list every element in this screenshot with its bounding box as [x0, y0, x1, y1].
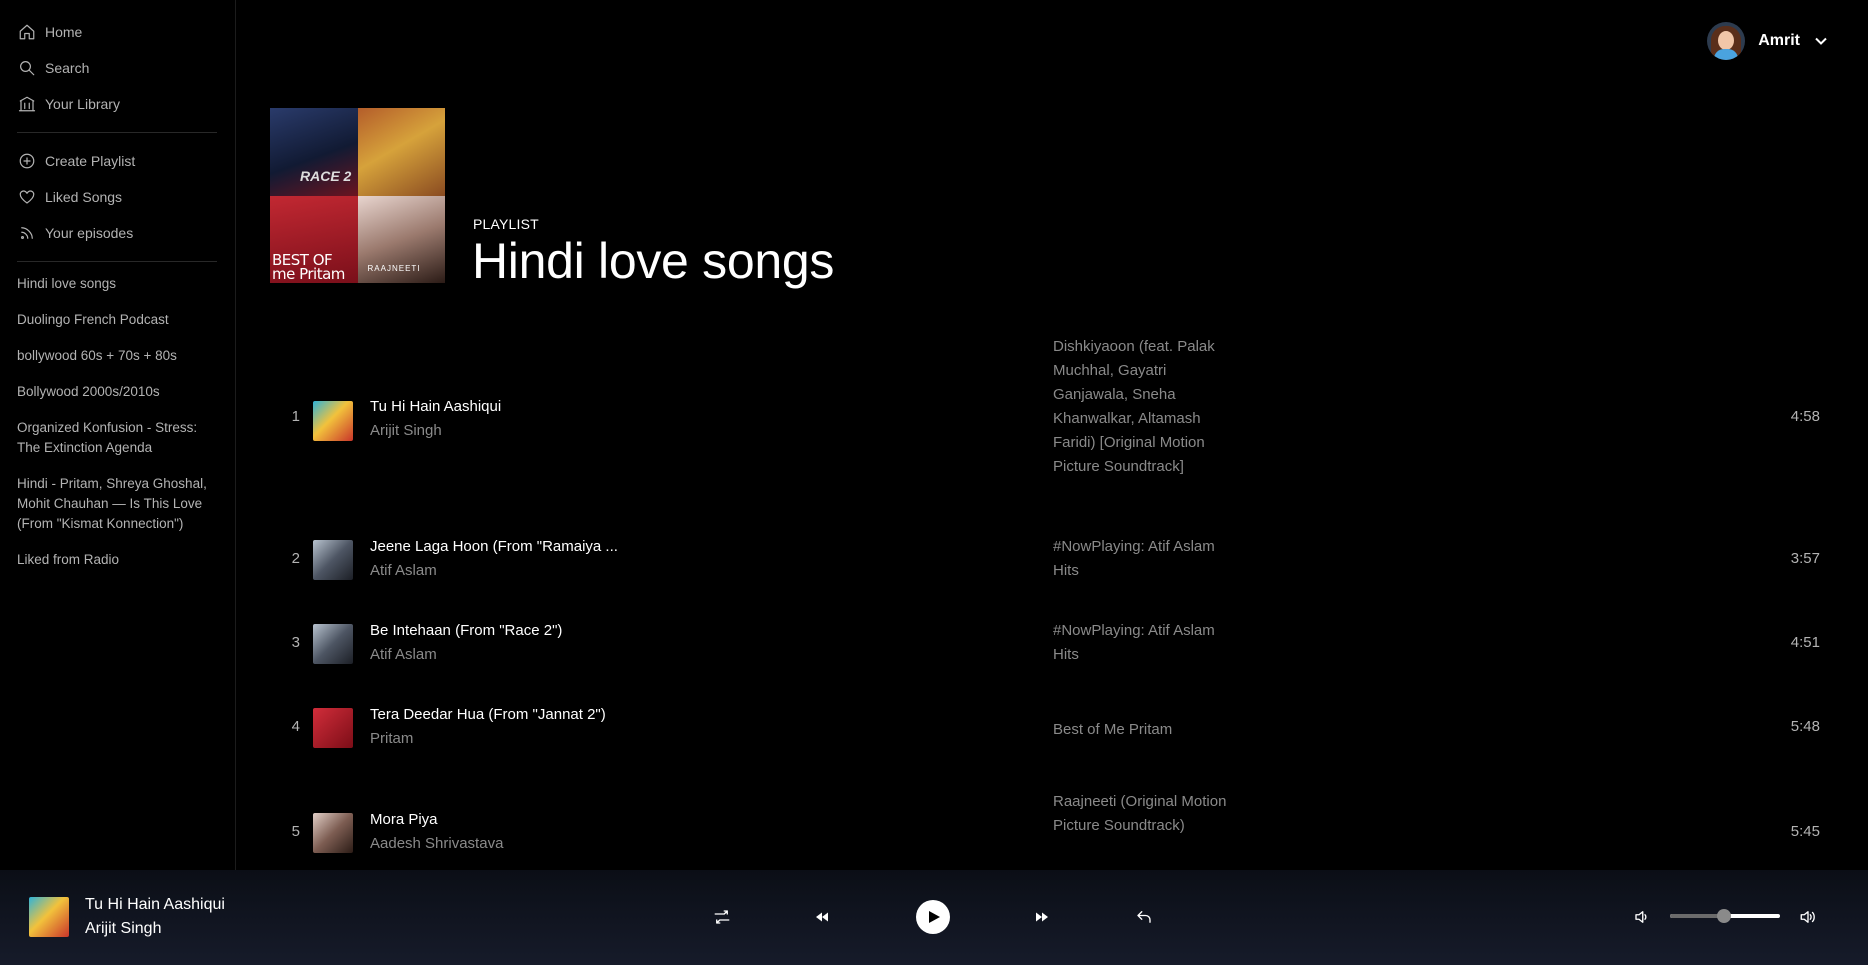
- sidebar: Home Search Your Library Create Playlist…: [0, 0, 236, 870]
- track-thumbnail: [313, 401, 353, 441]
- play-icon: [929, 911, 940, 923]
- sidebar-divider: [17, 132, 217, 133]
- home-icon: [19, 24, 35, 40]
- nav-search-label: Search: [45, 60, 90, 76]
- liked-songs-label: Liked Songs: [45, 189, 123, 205]
- sidebar-playlist-item[interactable]: Hindi love songs: [0, 274, 235, 294]
- playlist-type-label: PLAYLIST: [473, 216, 539, 232]
- track-title: Mora Piya: [370, 811, 438, 828]
- track-thumbnail: [313, 540, 353, 580]
- avatar: [1707, 22, 1746, 60]
- previous-button[interactable]: [807, 902, 837, 932]
- track-album[interactable]: Best of Me Pritam: [1053, 718, 1228, 742]
- nav-search[interactable]: Search: [0, 50, 235, 86]
- search-icon: [20, 61, 35, 76]
- cover-tile: BEST OF me Pritam: [270, 195, 358, 283]
- track-artist[interactable]: Pritam: [370, 730, 413, 747]
- your-episodes-link[interactable]: Your episodes: [0, 215, 235, 251]
- track-number: 4: [291, 718, 300, 735]
- page-title: Hindi love songs: [472, 233, 835, 289]
- track-duration: 4:51: [1790, 634, 1820, 651]
- track-duration: 4:58: [1790, 408, 1820, 425]
- rss-icon: [21, 227, 33, 239]
- track-album[interactable]: #NowPlaying: Atif Aslam Hits: [1053, 619, 1228, 667]
- user-name: Amrit: [1758, 32, 1800, 49]
- plus-circle-icon: [19, 153, 35, 169]
- sidebar-playlists: Hindi love songs Duolingo French Podcast…: [0, 272, 235, 570]
- track-title: Tera Deedar Hua (From "Jannat 2"): [370, 706, 606, 723]
- chevron-down-icon: [1815, 37, 1827, 45]
- shuffle-button[interactable]: [707, 902, 737, 932]
- track-album[interactable]: Raajneeti (Original Motion Picture Sound…: [1053, 790, 1228, 838]
- shuffle-icon: [714, 910, 730, 924]
- track-artist[interactable]: Arijit Singh: [370, 422, 442, 439]
- repeat-button[interactable]: [1129, 902, 1159, 932]
- volume-high-icon: [1800, 911, 1815, 923]
- rewind-icon: [816, 912, 828, 922]
- heart-icon: [19, 190, 35, 204]
- track-thumbnail: [313, 624, 353, 664]
- track-title: Be Intehaan (From "Race 2"): [370, 622, 563, 639]
- your-episodes-label: Your episodes: [45, 225, 134, 241]
- track-artist[interactable]: Atif Aslam: [370, 562, 437, 579]
- now-playing-thumbnail[interactable]: [29, 897, 69, 937]
- nav-library[interactable]: Your Library: [0, 86, 235, 122]
- library-icon: [18, 96, 36, 112]
- track-title: Jeene Laga Hoon (From "Ramaiya ...: [370, 538, 618, 555]
- volume-slider-handle[interactable]: [1717, 909, 1731, 923]
- play-button[interactable]: [916, 900, 950, 934]
- track-thumbnail: [313, 813, 353, 853]
- nav-home-label: Home: [45, 24, 83, 40]
- track-number: 5: [291, 823, 300, 840]
- track-number: 1: [291, 408, 300, 425]
- track-row[interactable]: 2 Jeene Laga Hoon (From "Ramaiya ... Ati…: [270, 535, 1830, 585]
- volume-max-button[interactable]: [1793, 902, 1823, 932]
- mute-button[interactable]: [1627, 902, 1657, 932]
- track-row[interactable]: 5 Mora Piya Aadesh Shrivastava Raajneeti…: [270, 790, 1830, 870]
- track-number: 3: [291, 634, 300, 651]
- cover-tile: RACE 2: [270, 108, 358, 196]
- next-button[interactable]: [1027, 902, 1057, 932]
- fast-forward-icon: [1036, 912, 1048, 922]
- nav-library-label: Your Library: [45, 96, 120, 112]
- now-playing-artist[interactable]: Arijit Singh: [85, 920, 161, 938]
- now-playing-title[interactable]: Tu Hi Hain Aashiqui: [85, 896, 225, 914]
- user-menu-button[interactable]: Amrit: [1707, 22, 1828, 60]
- sidebar-playlist-item[interactable]: Bollywood 2000s/2010s: [0, 382, 235, 402]
- liked-songs-link[interactable]: Liked Songs: [0, 179, 235, 215]
- sidebar-playlist-item[interactable]: Hindi - Pritam, Shreya Ghoshal, Mohit Ch…: [0, 474, 235, 534]
- track-duration: 5:48: [1790, 718, 1820, 735]
- sidebar-divider: [17, 261, 217, 262]
- track-number: 2: [291, 550, 300, 567]
- track-album[interactable]: #NowPlaying: Atif Aslam Hits: [1053, 535, 1228, 583]
- track-row[interactable]: 4 Tera Deedar Hua (From "Jannat 2") Prit…: [270, 703, 1830, 753]
- cover-tile: [357, 108, 445, 196]
- playlist-cover: RACE 2 BEST OF me Pritam RAAJNEETI: [270, 108, 445, 283]
- track-artist[interactable]: Aadesh Shrivastava: [370, 835, 503, 852]
- track-duration: 3:57: [1790, 550, 1820, 567]
- cover-tile: RAAJNEETI: [357, 195, 445, 283]
- create-playlist-label: Create Playlist: [45, 153, 136, 169]
- track-duration: 5:45: [1790, 823, 1820, 840]
- track-row[interactable]: 3 Be Intehaan (From "Race 2") Atif Aslam…: [270, 619, 1830, 669]
- sidebar-playlist-item[interactable]: Liked from Radio: [0, 550, 235, 570]
- volume-low-icon: [1635, 911, 1647, 923]
- undo-arrow-icon: [1137, 911, 1151, 923]
- track-title: Tu Hi Hain Aashiqui: [370, 398, 502, 415]
- track-thumbnail: [313, 708, 353, 748]
- nav-home[interactable]: Home: [0, 14, 235, 50]
- sidebar-playlist-item[interactable]: Organized Konfusion - Stress: The Extinc…: [0, 418, 235, 458]
- track-album[interactable]: Dishkiyaoon (feat. Palak Muchhal, Gayatr…: [1053, 335, 1228, 479]
- sidebar-playlist-item[interactable]: Duolingo French Podcast: [0, 310, 235, 330]
- track-artist[interactable]: Atif Aslam: [370, 646, 437, 663]
- sidebar-playlist-item[interactable]: bollywood 60s + 70s + 80s: [0, 346, 235, 366]
- create-playlist-button[interactable]: Create Playlist: [0, 143, 235, 179]
- track-row[interactable]: 1 Tu Hi Hain Aashiqui Arijit Singh Dishk…: [270, 335, 1830, 495]
